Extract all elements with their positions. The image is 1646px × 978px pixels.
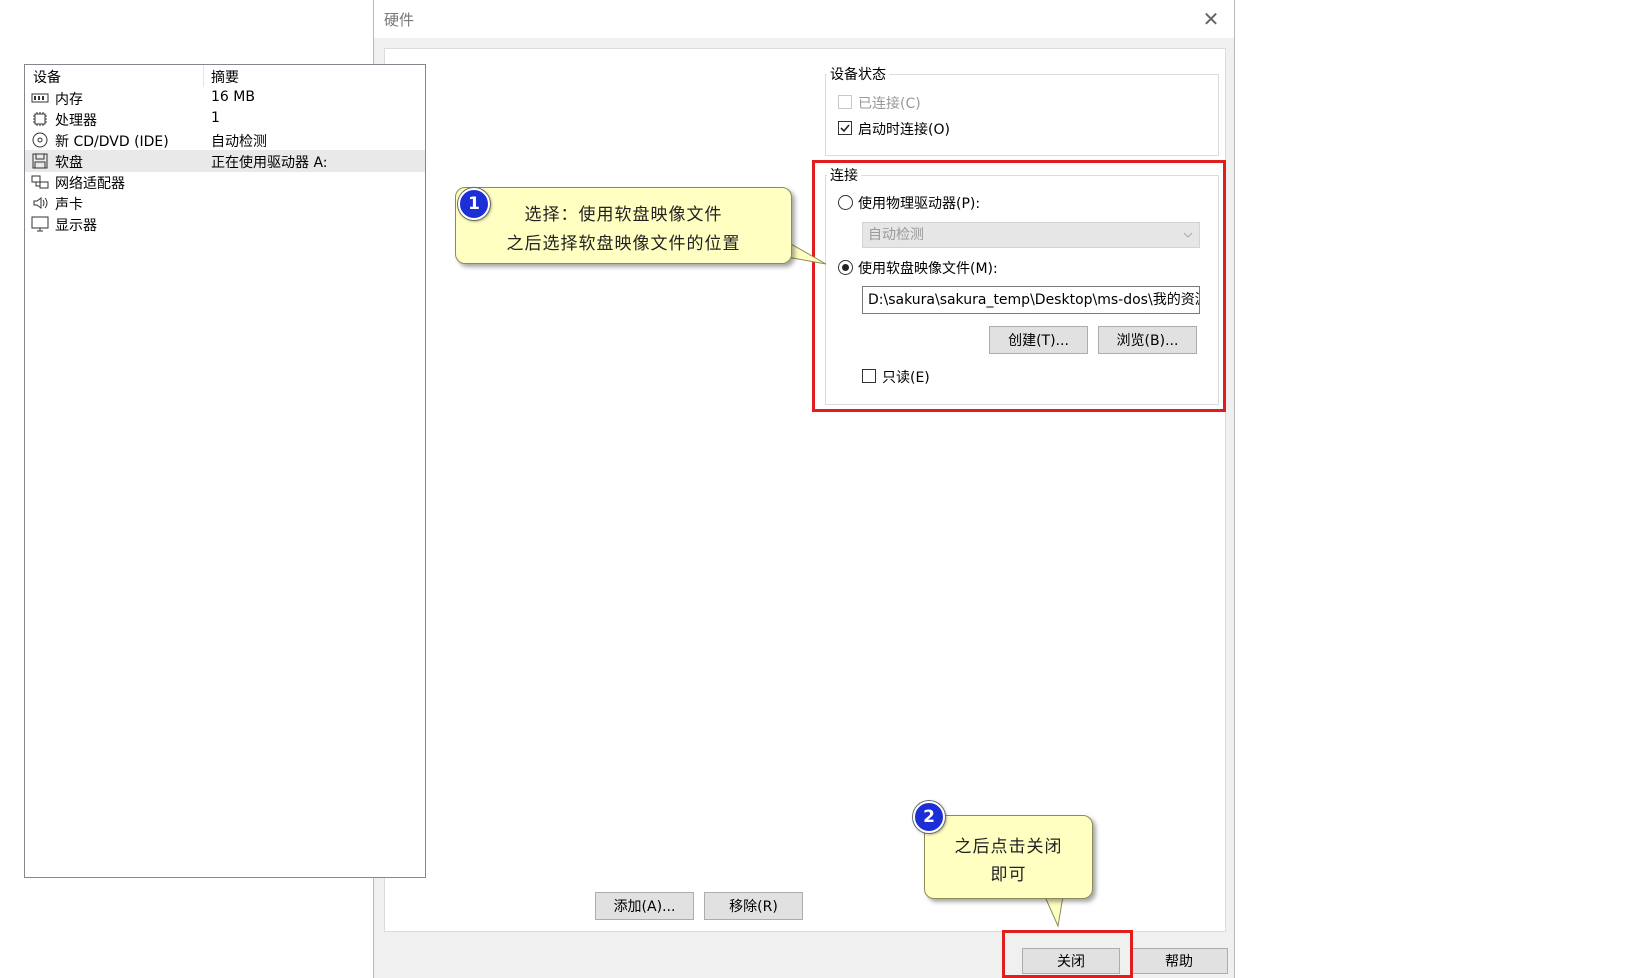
help-button[interactable]: 帮助	[1130, 948, 1228, 974]
device-row-cd[interactable]: 新 CD/DVD (IDE) 自动检测	[25, 129, 425, 151]
column-divider	[203, 65, 204, 87]
device-name: 处理器	[55, 113, 97, 129]
device-row-network[interactable]: 网络适配器	[25, 171, 425, 193]
connection-highlight-box	[812, 160, 1226, 412]
device-name: 新 CD/DVD (IDE)	[55, 134, 169, 150]
device-row-memory[interactable]: 内存 16 MB	[25, 87, 425, 109]
processor-icon	[33, 112, 47, 126]
display-icon	[31, 216, 49, 232]
device-row-floppy[interactable]: 软盘 正在使用驱动器 A:	[25, 150, 425, 172]
device-status-group	[825, 74, 1219, 156]
connect-on-start-checkbox[interactable]	[838, 121, 852, 135]
connected-label: 已连接(C)	[858, 96, 921, 112]
close-highlight-box	[1002, 930, 1133, 978]
remove-button[interactable]: 移除(R)	[704, 892, 803, 920]
close-icon[interactable]: ✕	[1198, 6, 1224, 32]
memory-icon	[31, 93, 49, 103]
annotation-callout-1: 选择：使用软盘映像文件 之后选择软盘映像文件的位置	[455, 187, 792, 264]
device-name: 内存	[55, 92, 83, 108]
device-summary: 正在使用驱动器 A:	[211, 155, 328, 171]
title-bar: 硬件 ✕	[374, 0, 1234, 38]
device-row-processor[interactable]: 处理器 1	[25, 108, 425, 130]
connect-on-start-label: 启动时连接(O)	[858, 122, 950, 138]
device-summary: 1	[211, 110, 220, 126]
annotation-badge-1: 1	[458, 188, 490, 220]
device-name: 显示器	[55, 218, 97, 234]
device-summary: 自动检测	[211, 134, 267, 150]
annotation-badge-2: 2	[913, 801, 945, 833]
column-header-device[interactable]: 设备	[33, 67, 61, 87]
add-button[interactable]: 添加(A)...	[595, 892, 694, 920]
window-title: 硬件	[384, 11, 415, 29]
connected-checkbox[interactable]	[838, 95, 852, 109]
device-row-display[interactable]: 显示器	[25, 213, 425, 235]
device-name: 网络适配器	[55, 176, 125, 192]
device-status-label: 设备状态	[827, 64, 889, 84]
annotation-1-line2: 之后选择软盘映像文件的位置	[506, 234, 741, 254]
checkmark-icon	[840, 124, 850, 133]
list-header: 设备 摘要	[25, 65, 425, 87]
floppy-icon	[32, 153, 48, 169]
annotation-callout-2: 之后点击关闭 即可	[924, 815, 1093, 899]
device-row-sound[interactable]: 声卡	[25, 192, 425, 214]
sound-icon	[33, 197, 48, 209]
cd-icon	[32, 132, 48, 148]
device-name: 软盘	[55, 155, 83, 171]
annotation-2-line2: 即可	[990, 865, 1027, 885]
annotation-2-line1: 之后点击关闭	[954, 837, 1063, 857]
network-icon	[31, 175, 49, 189]
device-summary: 16 MB	[211, 89, 255, 105]
column-header-summary[interactable]: 摘要	[211, 67, 239, 87]
device-name: 声卡	[55, 197, 83, 213]
device-list[interactable]: 设备 摘要 内存 16 MB 处理器 1 新 CD/DVD (IDE) 自动检测…	[24, 64, 426, 878]
annotation-1-line1: 选择：使用软盘映像文件	[524, 205, 723, 225]
